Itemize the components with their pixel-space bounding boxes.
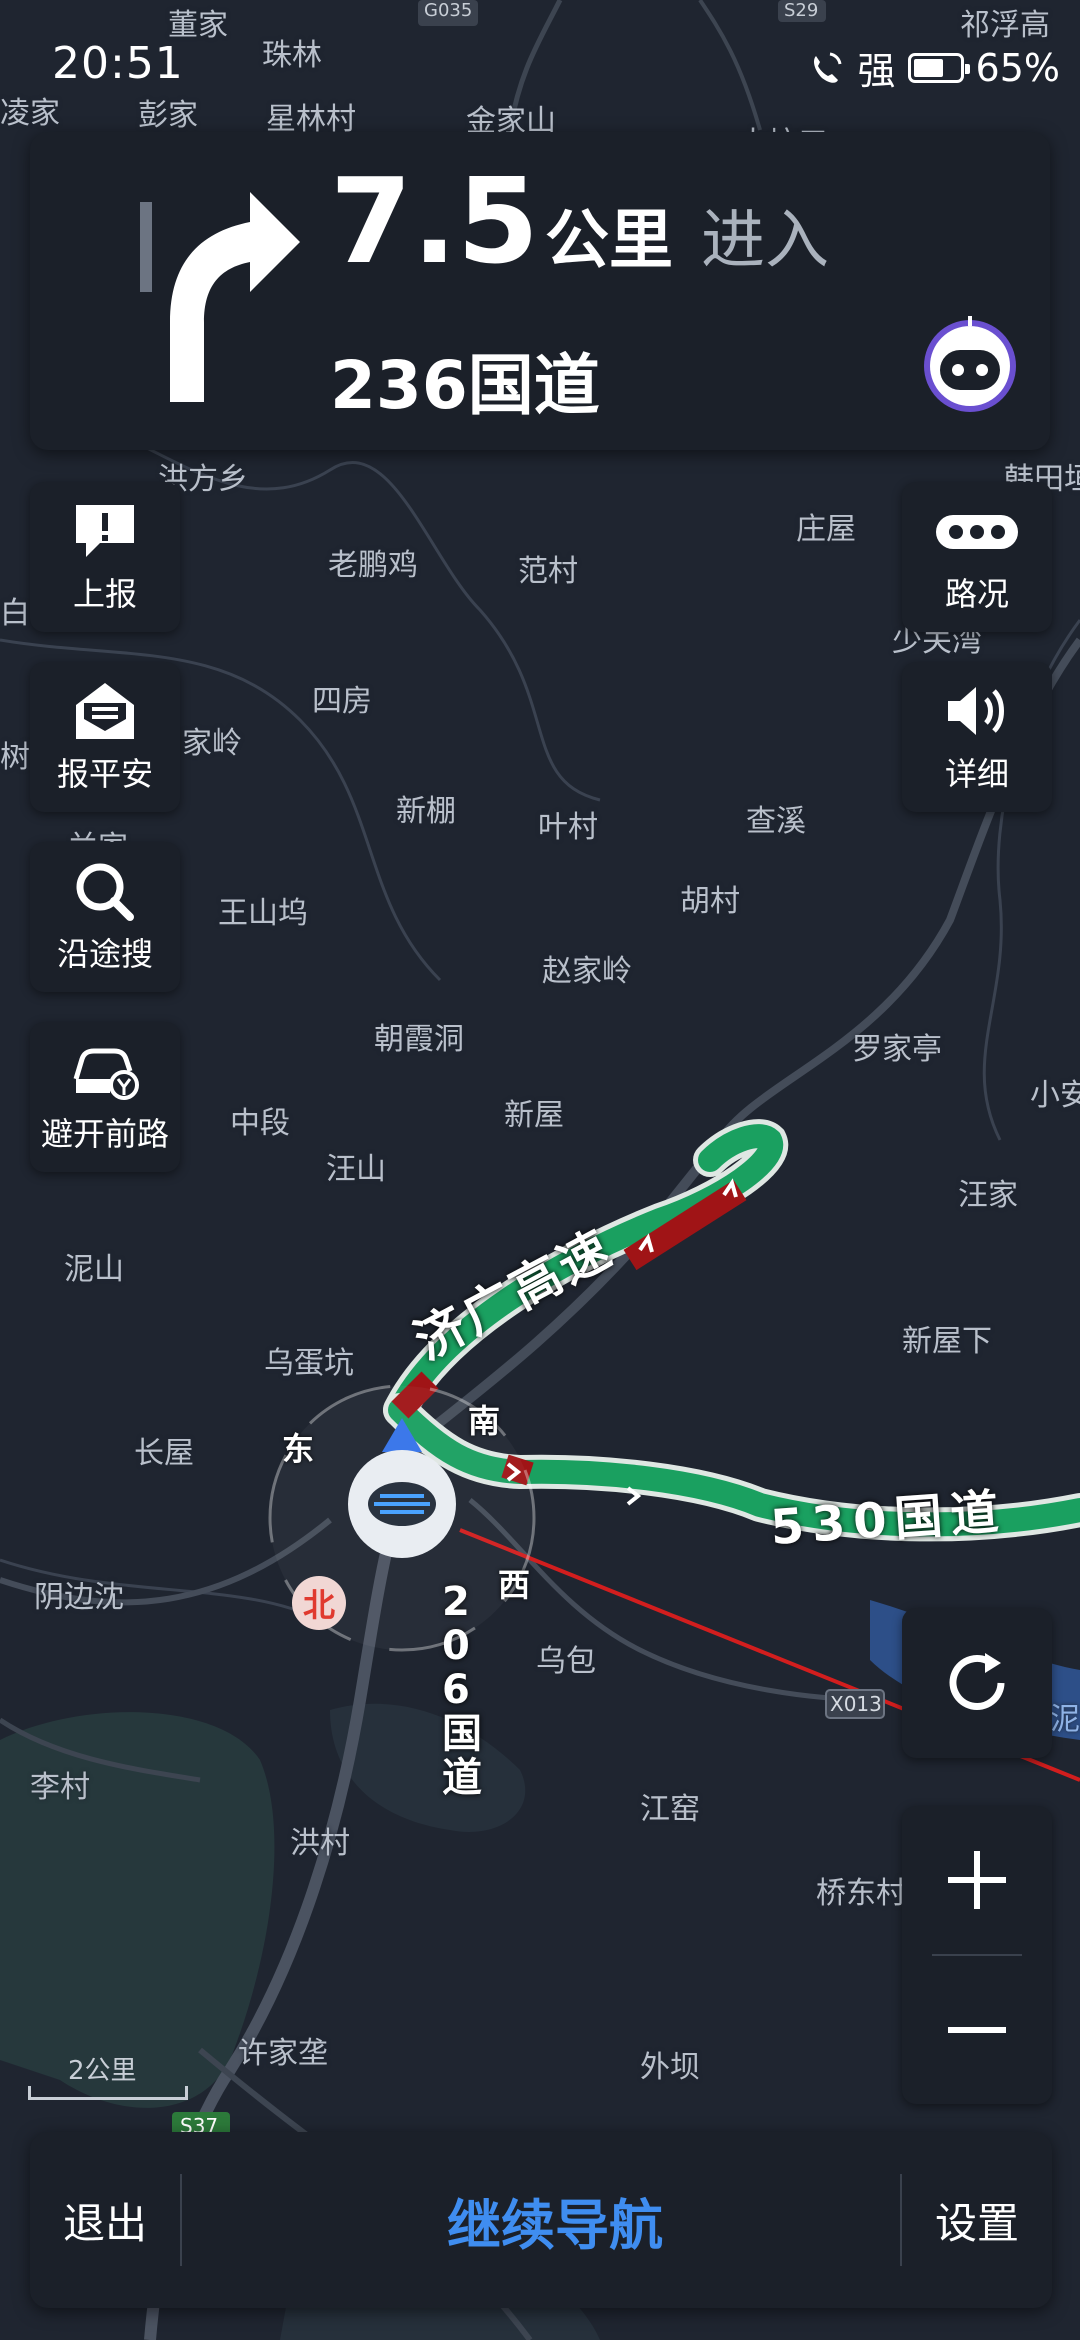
guidance-distance: 7.5 公里 进入 — [330, 162, 829, 281]
hd-call-icon — [813, 52, 841, 83]
map-place: 叶村 — [538, 810, 598, 845]
safety-label: 报平安 — [56, 755, 153, 793]
map-place: 查溪 — [746, 804, 806, 839]
guidance-action: 进入 — [701, 204, 830, 278]
map-place: 新屋下 — [902, 1324, 992, 1359]
map-place: 汪山 — [326, 1152, 386, 1187]
report-label: 上报 — [72, 575, 137, 613]
bottom-bar: 退出 继续导航 设置 — [30, 2132, 1052, 2308]
map-place: 许家垄 — [238, 2036, 328, 2071]
map-place: 老鹏鸡 — [328, 548, 418, 583]
signal-strength: 强 — [857, 49, 896, 93]
car-avoid-icon — [73, 1048, 139, 1100]
map-place: 李村 — [30, 1770, 90, 1805]
map-place: 江窑 — [640, 1792, 700, 1827]
map-place: 阴边沈 — [34, 1580, 124, 1615]
scale-label: 2公里 — [68, 2056, 137, 2086]
refresh-icon — [949, 1653, 1005, 1710]
map-place: 乌包 — [536, 1644, 596, 1679]
traffic-dots-icon — [936, 515, 1018, 549]
traffic-button[interactable]: 路况 — [902, 482, 1052, 632]
refresh-route-button[interactable] — [902, 1608, 1052, 1758]
detail-label: 详细 — [944, 755, 1009, 793]
compass-north: 北 — [292, 1576, 346, 1630]
battery-percent: 65% — [975, 45, 1060, 90]
map-place: 桥东村 — [816, 1876, 906, 1911]
map-place: 四房 — [312, 684, 372, 719]
scale-bar — [28, 2086, 188, 2100]
map-place: 新屋 — [504, 1098, 564, 1133]
map-place: 中段 — [230, 1106, 290, 1141]
map-place: 王山坞 — [218, 896, 308, 931]
distance-value: 7.5 — [330, 152, 540, 290]
status-right: 强 65% — [806, 40, 1060, 95]
status-time: 20:51 — [52, 38, 184, 89]
continue-navigation-button[interactable]: 继续导航 — [182, 2132, 928, 2308]
zoom-control — [902, 1806, 1052, 2104]
traffic-label: 路况 — [944, 575, 1009, 613]
plus-icon — [948, 1851, 1006, 1909]
avoid-label: 避开前路 — [40, 1115, 169, 1153]
map-place: 泥 — [1050, 1702, 1080, 1737]
search-icon — [76, 863, 134, 921]
car-marker — [340, 1410, 464, 1560]
map-place: 胡村 — [680, 884, 740, 919]
guidance-card[interactable]: 7.5 公里 进入 236国道 — [30, 132, 1050, 450]
exit-button[interactable]: 退出 — [30, 2132, 180, 2308]
map-place: 朝霞洞 — [374, 1022, 464, 1057]
guidance-road: 236国道 — [330, 347, 600, 424]
voice-assistant-icon[interactable] — [918, 310, 1022, 414]
speaker-icon — [948, 687, 1004, 735]
compass-west: 西 — [498, 1566, 531, 1604]
zoom-in-button[interactable] — [902, 1806, 1052, 1954]
status-bar: 20:51 强 65% — [0, 0, 1080, 130]
map-place: 外坝 — [640, 2050, 700, 2085]
envelope-icon — [76, 683, 134, 739]
minus-icon — [948, 2027, 1006, 2033]
battery-icon — [907, 52, 970, 83]
search-along-button[interactable]: 沿途搜 — [30, 842, 180, 992]
map-place: 洪村 — [290, 1826, 350, 1861]
distance-unit: 公里 — [545, 204, 674, 278]
map-place: 树 — [0, 740, 30, 775]
car-position-icon — [348, 1418, 456, 1558]
map-place: 乌蛋坑 — [264, 1346, 354, 1381]
map-place: 小安 — [1030, 1078, 1080, 1113]
map-place: 范村 — [518, 554, 578, 589]
report-button[interactable]: 上报 — [30, 482, 180, 632]
map-place: 新棚 — [396, 794, 456, 829]
map-place: 长屋 — [134, 1436, 194, 1471]
safety-report-button[interactable]: 报平安 — [30, 662, 180, 812]
detail-button[interactable]: 详细 — [902, 662, 1052, 812]
map-place: 家岭 — [182, 726, 242, 761]
map-place: 罗家亭 — [852, 1032, 942, 1067]
report-alert-icon — [76, 505, 134, 557]
avoid-road-button[interactable]: 避开前路 — [30, 1022, 180, 1172]
map-place: 白 — [0, 596, 30, 631]
turn-right-arrow-icon — [140, 192, 300, 402]
search-along-label: 沿途搜 — [56, 935, 153, 973]
map-place: 汪家 — [958, 1178, 1018, 1213]
map-place: 赵家岭 — [542, 954, 632, 989]
road-code: X013 — [830, 1692, 882, 1716]
settings-button[interactable]: 设置 — [902, 2132, 1052, 2308]
compass-east: 东 — [282, 1430, 315, 1468]
compass-south: 南 — [468, 1402, 501, 1440]
map-scale: 2公里 — [28, 2050, 188, 2100]
map-place: 泥山 — [64, 1252, 124, 1287]
zoom-out-button[interactable] — [902, 1956, 1052, 2104]
map-place: 庄屋 — [796, 512, 856, 547]
